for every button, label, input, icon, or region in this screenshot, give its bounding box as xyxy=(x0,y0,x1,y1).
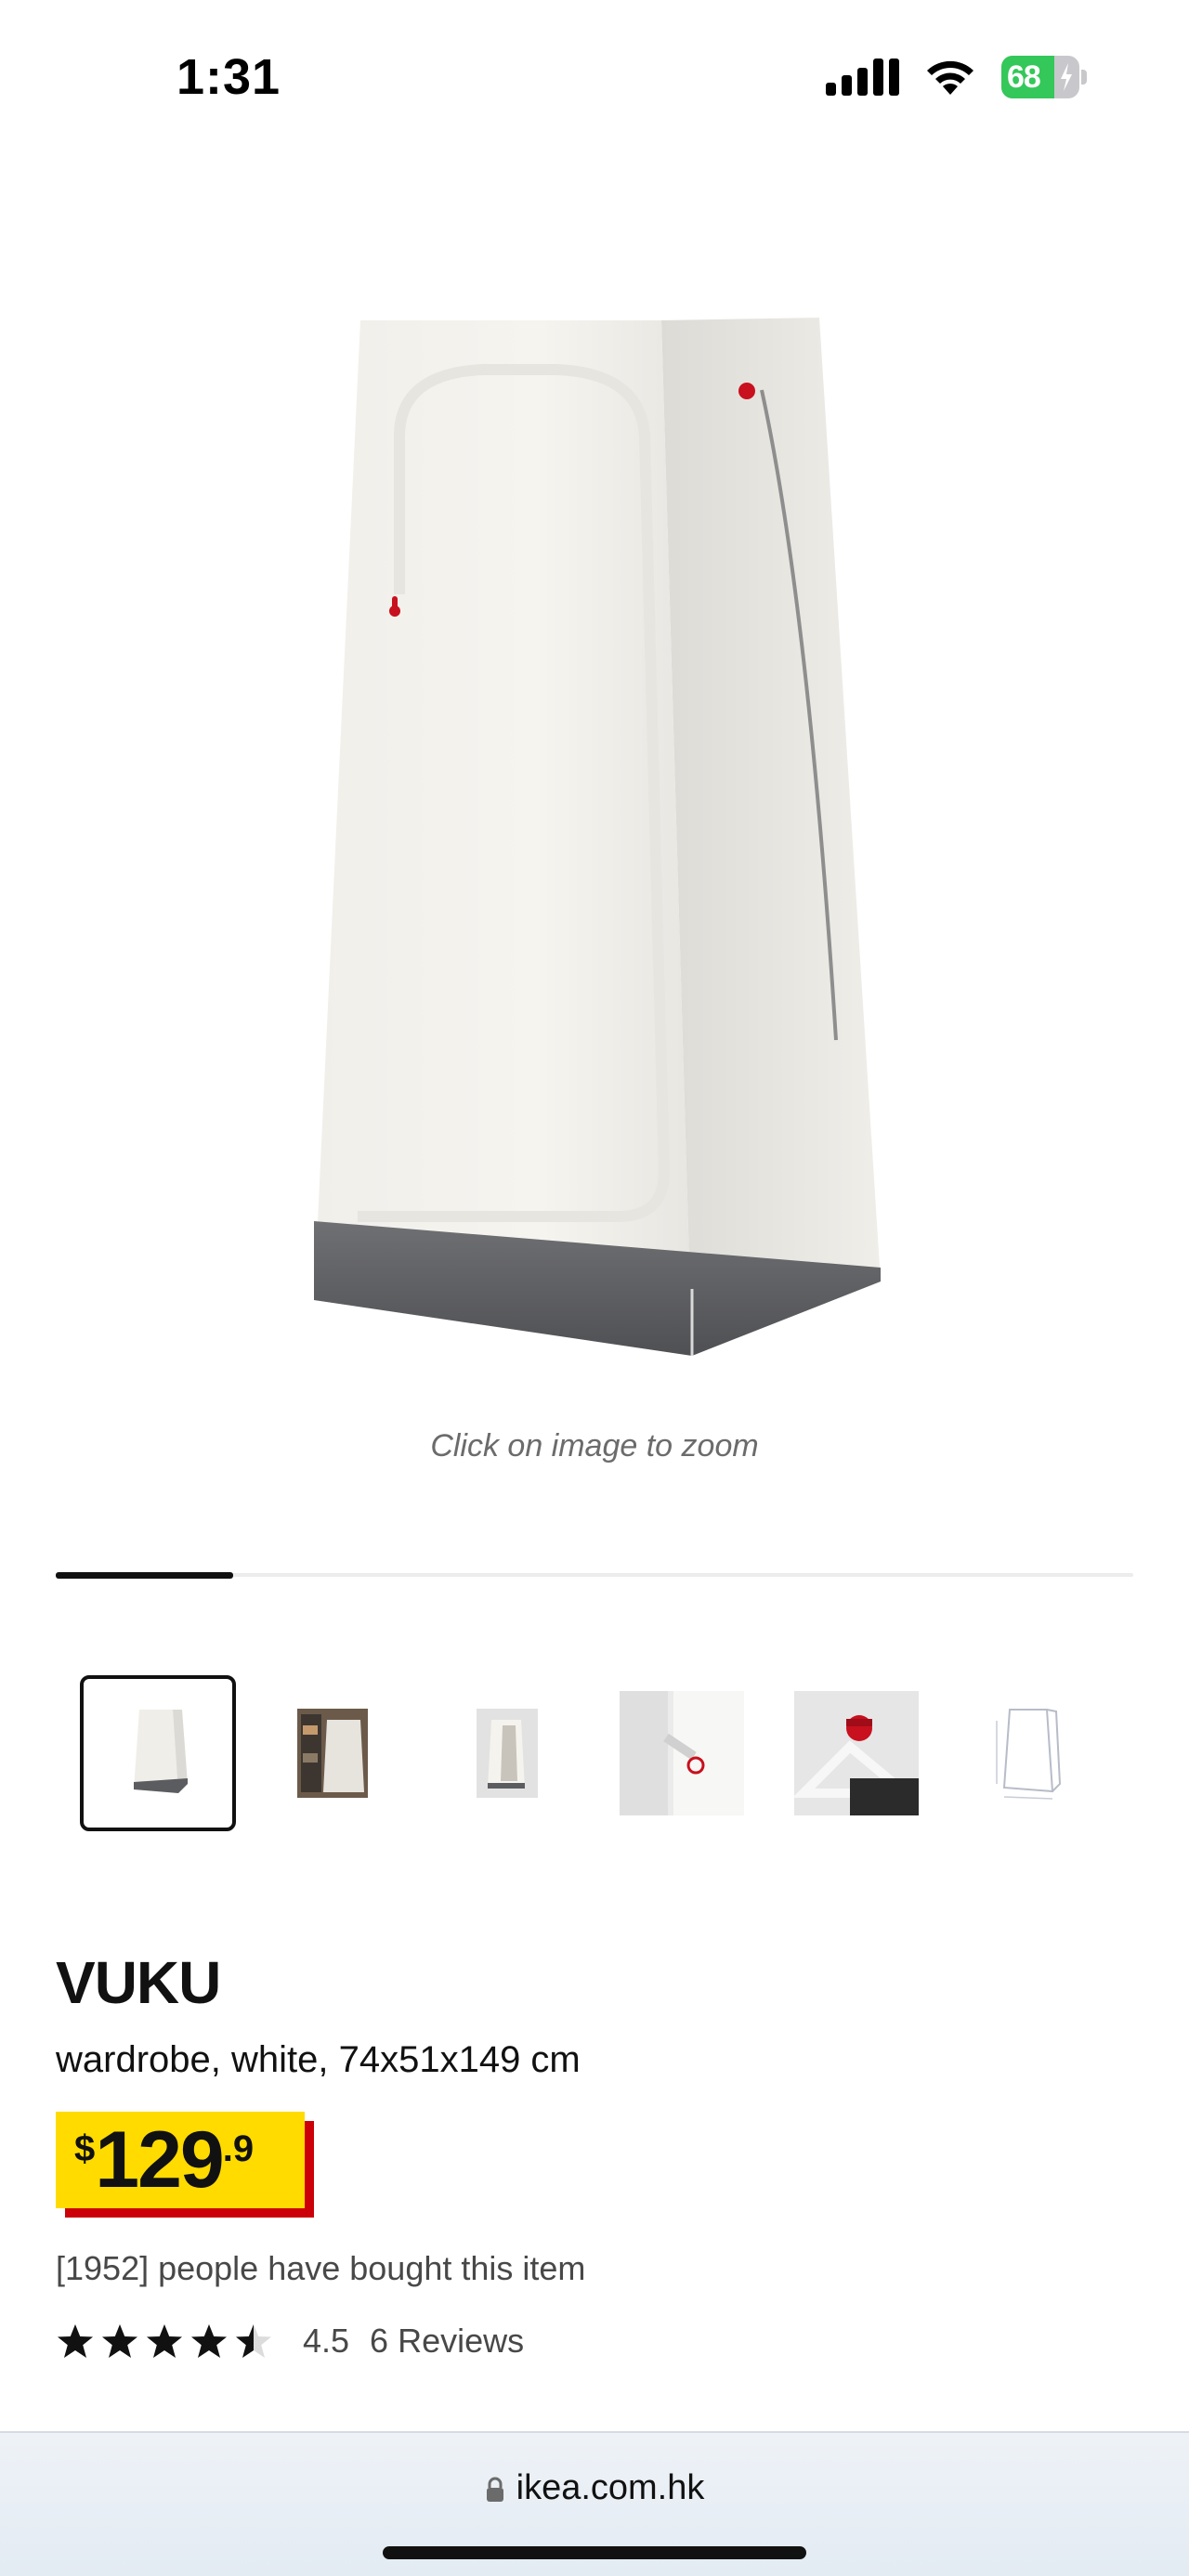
lock-icon xyxy=(486,2477,503,2502)
price-integer: 129 xyxy=(95,2115,224,2205)
thumbnail-1[interactable] xyxy=(80,1675,236,1831)
rating-row[interactable]: 4.5 6 Reviews xyxy=(56,2322,524,2361)
star-rating xyxy=(56,2322,273,2360)
price-currency: $ xyxy=(74,2128,96,2169)
status-time: 1:31 xyxy=(176,49,281,105)
cellular-signal-icon xyxy=(826,59,899,96)
thumbnail-2[interactable] xyxy=(255,1675,411,1831)
price-decimal: .9 xyxy=(222,2128,255,2169)
product-image[interactable] xyxy=(0,158,1189,1458)
wardrobe-image[interactable] xyxy=(0,158,1189,1458)
star-icon xyxy=(236,2324,271,2358)
home-indicator[interactable] xyxy=(383,2546,806,2559)
star-icon xyxy=(58,2324,93,2358)
status-bar: 1:31 68 xyxy=(0,0,1189,158)
bought-count-text: [1952] people have bought this item xyxy=(56,2249,586,2287)
price-box: $ 129 .9 xyxy=(56,2112,305,2208)
carousel-progress-fill xyxy=(56,1572,234,1579)
battery-percent: 68 xyxy=(1007,59,1041,95)
thumbnail-5[interactable] xyxy=(778,1675,934,1831)
star-icon xyxy=(191,2324,227,2358)
thumbnail-6[interactable] xyxy=(953,1675,1109,1831)
star-icon xyxy=(102,2324,137,2358)
browser-url-bar[interactable]: ikea.com.hk xyxy=(0,2431,1189,2576)
thumbnail-3[interactable] xyxy=(429,1675,585,1831)
product-title: VUKU xyxy=(56,1949,221,2016)
reviews-link[interactable]: 6 Reviews xyxy=(370,2322,524,2361)
rating-value: 4.5 xyxy=(303,2322,350,2360)
product-description: wardrobe, white, 74x51x149 cm xyxy=(56,2039,581,2080)
thumbnail-4[interactable] xyxy=(604,1675,760,1831)
carousel-progress xyxy=(56,1572,1133,1579)
url-text: ikea.com.hk xyxy=(516,2468,705,2507)
url-display[interactable]: ikea.com.hk xyxy=(0,2468,1189,2508)
status-icons: 68 xyxy=(826,56,1087,98)
price-tag: $ 129 .9 xyxy=(56,2112,314,2218)
star-icon xyxy=(147,2324,182,2358)
thumbnail-strip xyxy=(80,1675,1139,1833)
wifi-icon xyxy=(923,58,977,97)
zoom-hint: Click on image to zoom xyxy=(430,1428,759,1464)
battery-charging-icon: 68 xyxy=(1001,56,1087,98)
